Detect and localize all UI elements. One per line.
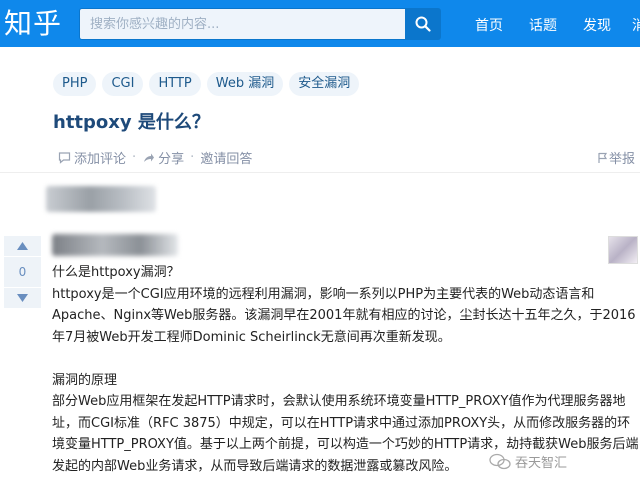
redacted-author-name [52, 234, 178, 256]
tag-php[interactable]: PHP [53, 72, 97, 96]
tag-security-vuln[interactable]: 安全漏洞 [289, 72, 360, 96]
top-navbar: 知乎 首页 话题 发现 消 [0, 0, 640, 47]
upvote-triangle-icon [17, 242, 28, 250]
answer-heading-2: 漏洞的原理 [52, 372, 118, 388]
invite-answer-button[interactable]: 邀请回答 [200, 148, 252, 167]
tag-web-vuln[interactable]: Web 漏洞 [206, 72, 284, 96]
wechat-icon [489, 453, 511, 469]
search-button[interactable] [405, 8, 441, 40]
separator-dot: · [132, 150, 137, 165]
share-button[interactable]: 分享 [142, 148, 184, 167]
comment-icon [58, 152, 71, 164]
watermark-text: 吞天智汇 [515, 456, 568, 471]
nav-messages[interactable]: 消 [632, 15, 640, 35]
question-title[interactable]: httpoxy 是什么？ [53, 108, 210, 134]
answer-paragraph: httpoxy是一个CGI应用环境的远程利用漏洞，影响一系列以PHP为主要代表的… [52, 286, 636, 345]
report-button[interactable]: 举报 [597, 148, 635, 167]
tag-cgi[interactable]: CGI [102, 72, 144, 96]
upvote-button[interactable] [4, 236, 41, 256]
tag-http[interactable]: HTTP [149, 72, 201, 96]
zhihu-logo[interactable]: 知乎 [4, 4, 62, 44]
question-actions: 添加评论 · 分享 · 邀请回答 [58, 148, 252, 167]
answer-heading-1: 什么是httpoxy漏洞？ [52, 265, 180, 280]
report-label: 举报 [608, 152, 635, 167]
vote-count: 0 [4, 256, 41, 288]
separator-dot: · [190, 150, 195, 165]
avatar[interactable] [608, 236, 638, 264]
downvote-button[interactable] [4, 288, 41, 308]
divider [0, 172, 640, 173]
redacted-answer-count [46, 186, 156, 212]
downvote-triangle-icon [17, 294, 28, 302]
search-input[interactable] [79, 8, 405, 40]
add-comment-button[interactable]: 添加评论 [58, 148, 126, 167]
flag-icon [598, 152, 608, 163]
share-label: 分享 [158, 152, 185, 167]
search-icon [415, 16, 431, 32]
nav-explore[interactable]: 发现 [583, 15, 611, 35]
watermark: 吞天智汇 [489, 452, 567, 471]
answer-blank-line [52, 348, 640, 370]
share-icon [144, 153, 155, 162]
vote-widget: 0 [4, 236, 41, 308]
nav-home[interactable]: 首页 [475, 15, 503, 35]
nav-topics[interactable]: 话题 [529, 15, 557, 35]
question-tags: PHP CGI HTTP Web 漏洞 安全漏洞 [53, 72, 360, 96]
add-comment-label: 添加评论 [74, 152, 127, 167]
answer-content: 什么是httpoxy漏洞？ httpoxy是一个CGI应用环境的远程利用漏洞，影… [52, 262, 640, 477]
